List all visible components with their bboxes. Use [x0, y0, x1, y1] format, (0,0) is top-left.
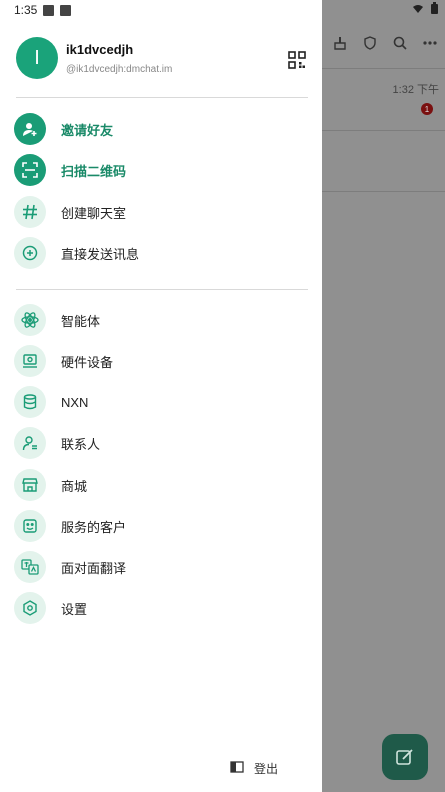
contact-icon [14, 427, 46, 459]
atom-icon [14, 304, 46, 336]
navigation-drawer: 1:35 I ik1dvcedjh @ik1dvcedjh:dmchat.im … [0, 0, 322, 792]
more-icon[interactable] [421, 34, 439, 52]
menu-label: 扫描二维码 [61, 163, 127, 179]
menu-item-settings[interactable]: 设置 [14, 590, 308, 626]
menu-item-agent[interactable]: 智能体 [14, 302, 308, 338]
status-time: 1:35 [14, 3, 38, 17]
menu-label: 直接发送讯息 [61, 246, 140, 262]
notification-icon [60, 4, 72, 16]
chat-time: 1:32 下午 [392, 84, 439, 96]
search-icon[interactable] [391, 34, 409, 52]
store-icon [14, 469, 46, 501]
menu-item-customers[interactable]: 服务的客户 [14, 508, 308, 544]
unread-badge: 1 [421, 103, 433, 115]
menu-label: NXN [61, 394, 89, 410]
broom-icon[interactable] [331, 34, 349, 52]
database-icon [14, 386, 46, 418]
add-user-icon [14, 113, 46, 145]
plus-circle-icon [14, 237, 46, 269]
customer-icon [14, 510, 46, 542]
avatar[interactable]: I [16, 37, 58, 79]
background-divider [320, 191, 445, 192]
compose-button[interactable] [382, 734, 428, 780]
menu-item-create-room[interactable]: 创建聊天室 [14, 194, 308, 230]
menu-label: 服务的客户 [61, 519, 127, 535]
settings-icon [14, 592, 46, 624]
menu-item-direct-message[interactable]: 直接发送讯息 [14, 235, 308, 271]
device-icon [14, 345, 46, 377]
translate-icon [14, 551, 46, 583]
logout-button[interactable]: 登出 [230, 760, 278, 777]
divider [16, 97, 308, 98]
menu-item-scan-qr[interactable]: 扫描二维码 [14, 152, 308, 188]
menu-label: 面对面翻译 [61, 560, 127, 576]
menu-item-store[interactable]: 商城 [14, 467, 308, 503]
background-divider [320, 68, 445, 69]
menu-label: 邀请好友 [61, 122, 114, 138]
logout-icon [230, 761, 244, 776]
menu-label: 创建聊天室 [61, 205, 127, 221]
scan-icon [14, 154, 46, 186]
background-divider [320, 130, 445, 131]
user-name: ik1dvcedjh [66, 42, 134, 57]
menu-item-hardware[interactable]: 硬件设备 [14, 343, 308, 379]
logout-label: 登出 [254, 762, 279, 776]
menu-item-translate[interactable]: 面对面翻译 [14, 549, 308, 585]
hash-icon [14, 196, 46, 228]
status-bar: 1:35 [14, 2, 72, 18]
compose-icon [396, 749, 413, 765]
background-toolbar [331, 34, 439, 52]
menu-label: 商城 [61, 478, 88, 494]
menu-item-invite-friends[interactable]: 邀请好友 [14, 111, 308, 147]
menu-label: 设置 [61, 601, 88, 617]
shield-icon[interactable] [361, 34, 379, 52]
notification-icon [43, 4, 55, 16]
system-status-icons [412, 2, 439, 15]
menu-label: 联系人 [61, 436, 101, 452]
profile-header[interactable]: I ik1dvcedjh @ik1dvcedjh:dmchat.im [16, 37, 306, 81]
user-id: @ik1dvcedjh:dmchat.im [66, 64, 173, 75]
menu-item-nxn[interactable]: NXN [14, 384, 308, 420]
menu-label: 硬件设备 [61, 354, 114, 370]
menu-item-contacts[interactable]: 联系人 [14, 425, 308, 461]
divider [16, 289, 308, 290]
qr-code-icon[interactable] [288, 51, 306, 69]
menu-label: 智能体 [61, 313, 101, 329]
